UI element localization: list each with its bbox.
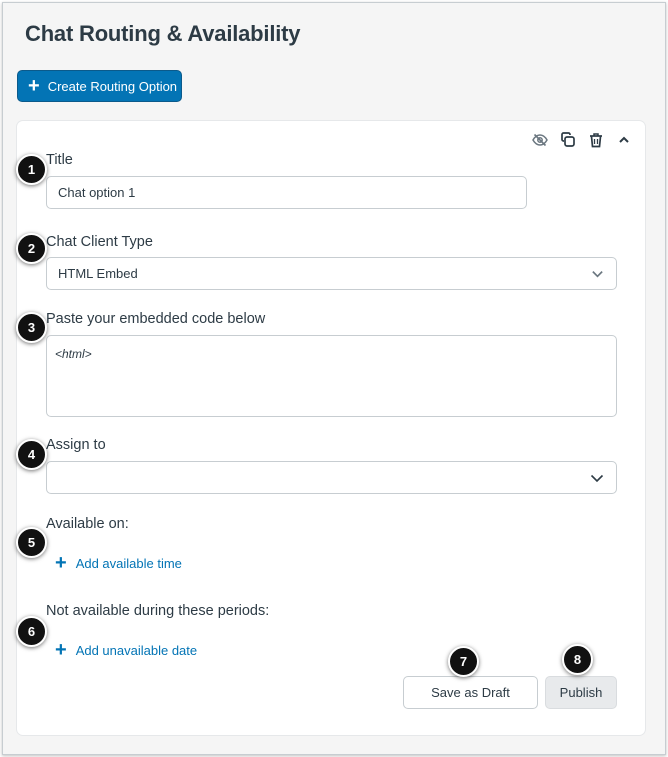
page-title: Chat Routing & Availability	[25, 21, 301, 46]
chat-client-type-label: Chat Client Type	[46, 234, 153, 250]
add-unavailable-date-link[interactable]: + Add unavailable date	[55, 639, 198, 661]
embed-code-textarea[interactable]: <html>	[46, 335, 617, 417]
plus-icon: +	[55, 552, 67, 574]
chevron-down-icon	[590, 471, 604, 488]
chat-client-type-value: HTML Embed	[58, 266, 138, 281]
callout-badge-5: 5	[16, 527, 47, 558]
app-frame: Chat Routing & Availability + Create Rou…	[2, 2, 666, 755]
assign-to-label: Assign to	[46, 437, 106, 453]
title-label: Title	[46, 152, 73, 168]
trash-icon[interactable]	[587, 131, 605, 149]
create-routing-option-label: Create Routing Option	[47, 78, 178, 94]
copy-icon[interactable]	[559, 131, 577, 149]
title-value: Chat option 1	[58, 185, 136, 200]
embed-code-label: Paste your embedded code below	[46, 311, 266, 327]
add-unavailable-date-label: Add unavailable date	[75, 642, 198, 658]
embed-code-value: <html>	[55, 347, 92, 361]
callout-badge-3: 3	[16, 312, 47, 343]
callout-badge-2: 2	[16, 233, 47, 264]
routing-option-card: Title Chat option 1 Chat Client Type HTM…	[17, 121, 645, 735]
chat-client-type-select[interactable]: HTML Embed	[46, 257, 617, 290]
add-available-time-label: Add available time	[75, 555, 182, 571]
plus-icon: +	[55, 639, 67, 661]
available-on-label: Available on:	[46, 516, 129, 532]
save-as-draft-button[interactable]: Save as Draft	[403, 676, 538, 709]
card-toolbar	[531, 131, 633, 149]
not-available-label: Not available during these periods:	[46, 603, 270, 619]
callout-badge-8: 8	[562, 644, 593, 675]
callout-badge-7: 7	[448, 646, 479, 677]
create-routing-option-button[interactable]: + Create Routing Option	[17, 70, 182, 102]
plus-icon: +	[28, 75, 40, 97]
assign-to-select[interactable]	[46, 461, 617, 494]
title-field[interactable]: Chat option 1	[46, 176, 527, 209]
chevron-up-icon[interactable]	[615, 131, 633, 149]
add-available-time-link[interactable]: + Add available time	[55, 552, 182, 574]
eye-slash-icon[interactable]	[531, 131, 549, 149]
callout-badge-1: 1	[16, 154, 47, 185]
callout-badge-6: 6	[16, 616, 47, 647]
callout-badge-4: 4	[16, 439, 47, 470]
chevron-down-icon	[591, 267, 604, 283]
publish-button[interactable]: Publish	[545, 676, 617, 709]
